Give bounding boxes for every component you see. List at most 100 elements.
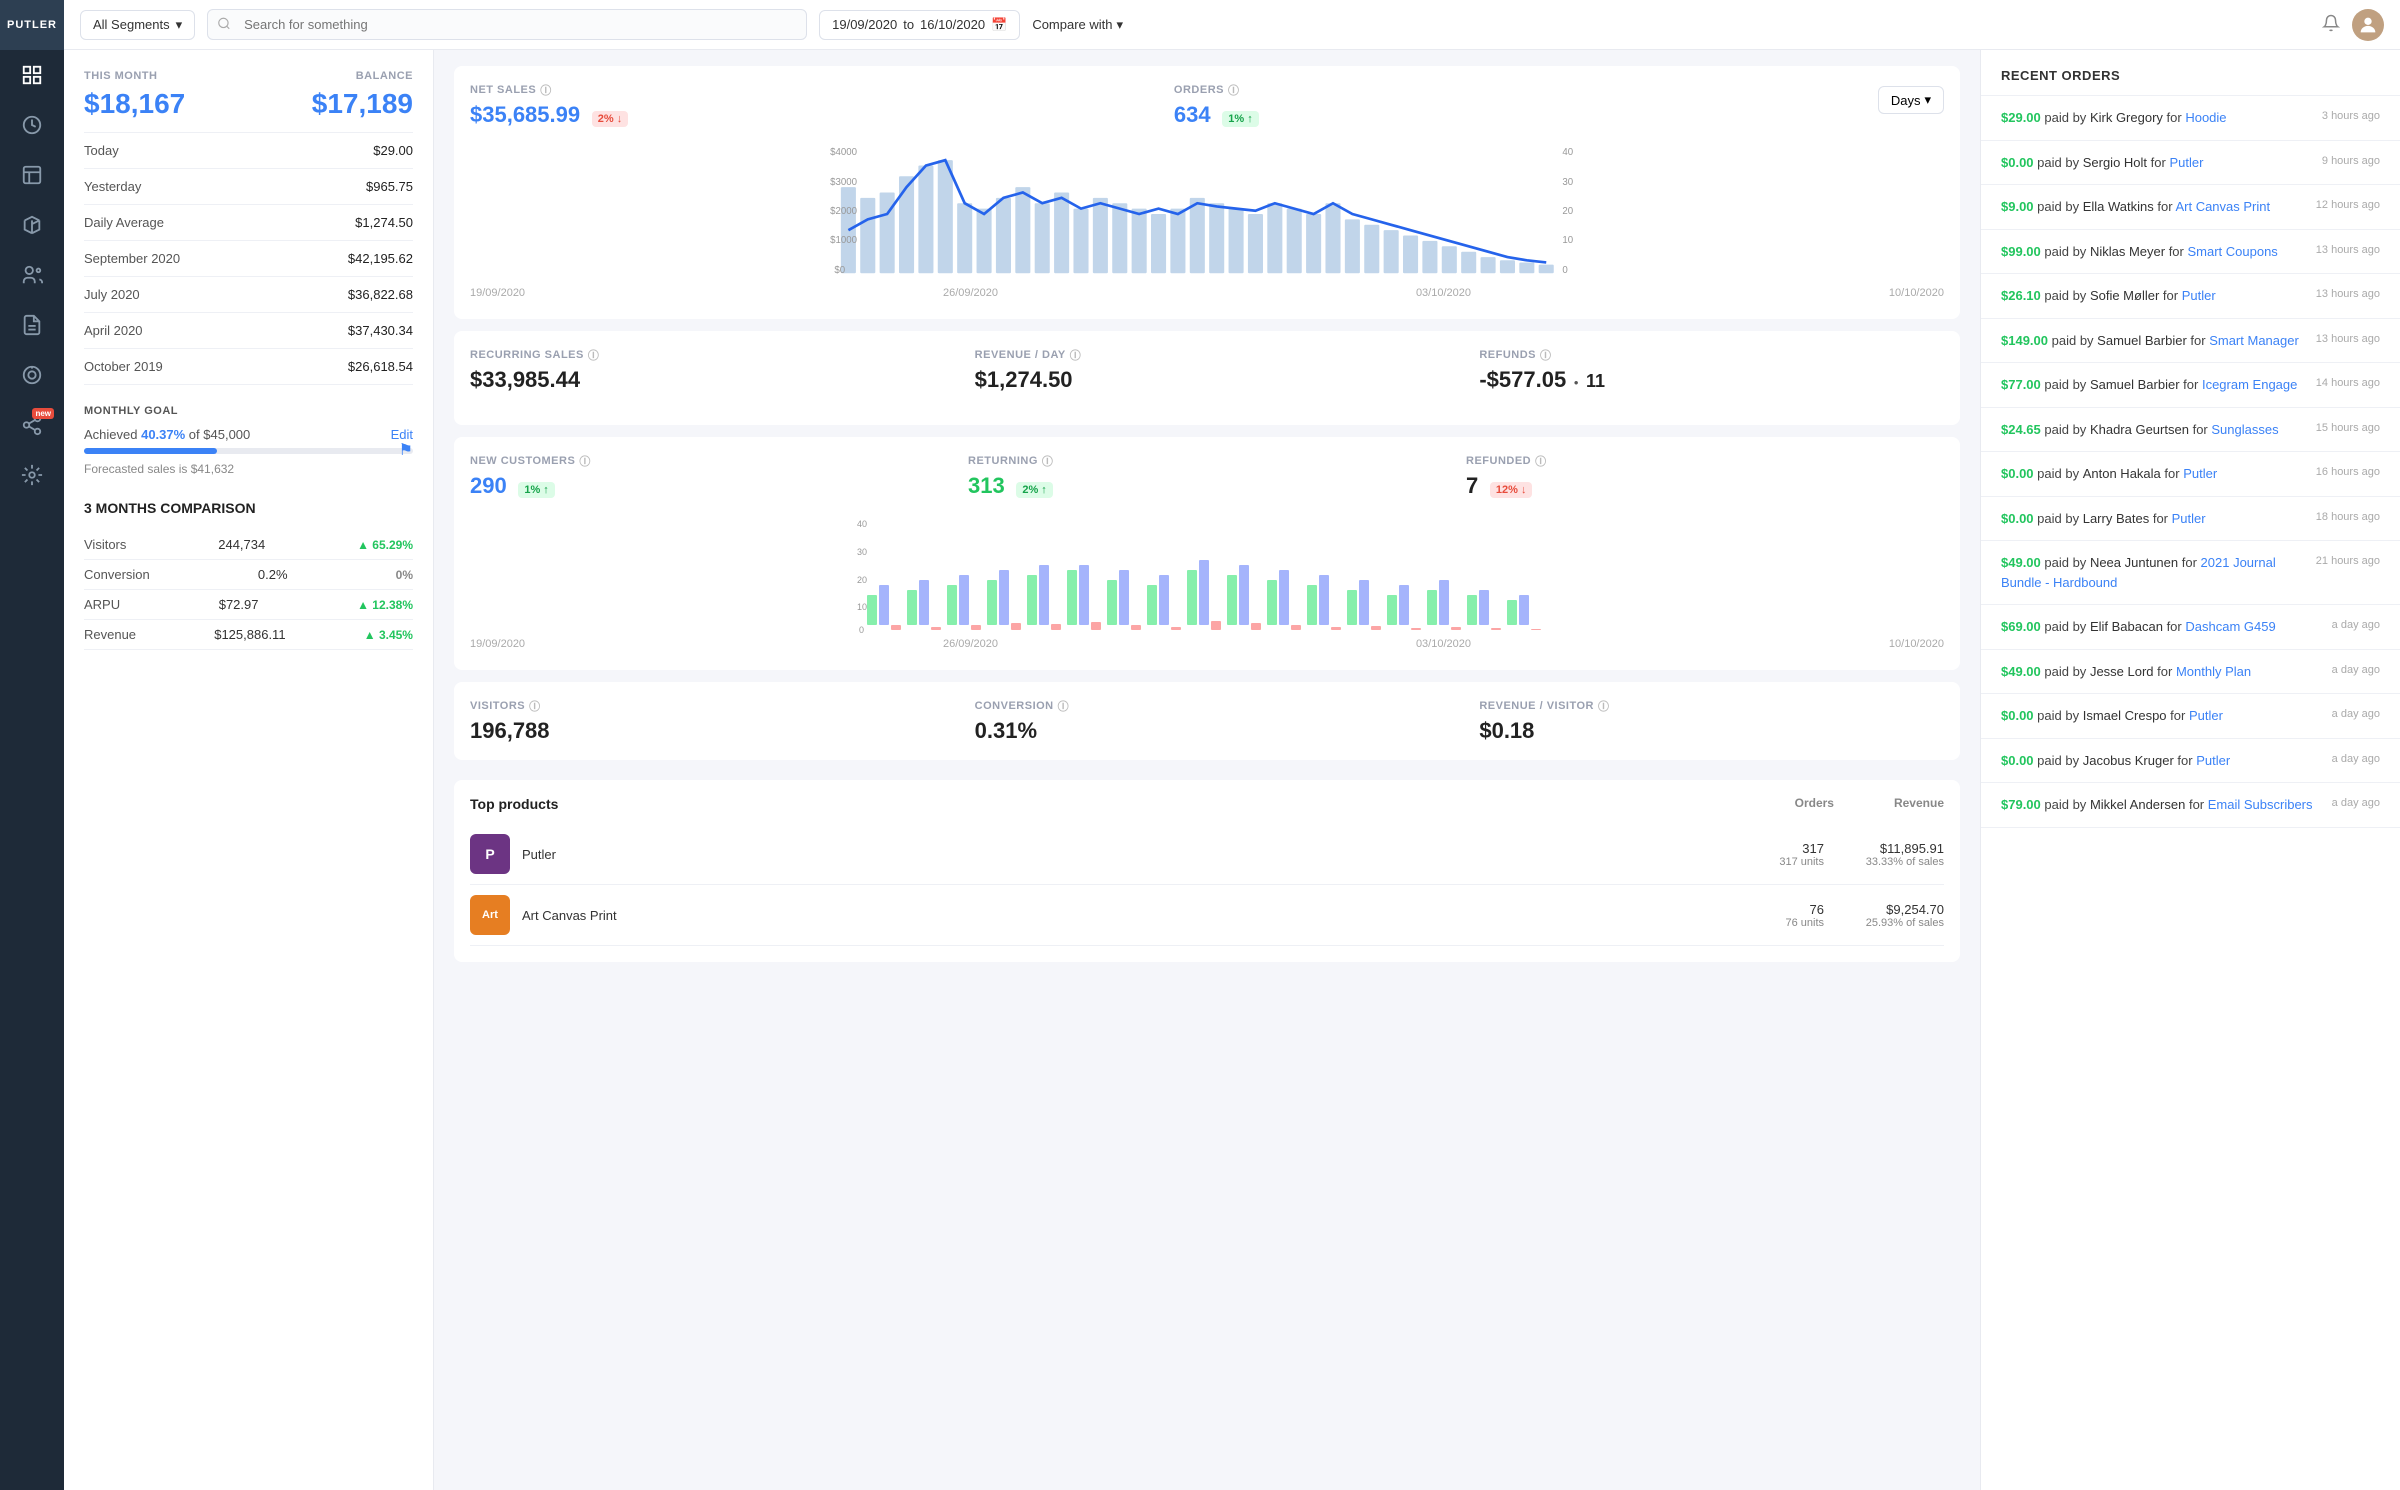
progress-bar-fill bbox=[84, 448, 217, 454]
order-amount: $0.00 bbox=[2001, 466, 2034, 481]
revenue-visitor-info-icon[interactable]: ⓘ bbox=[1598, 698, 1610, 714]
revenue-day-value: $1,274.50 bbox=[975, 367, 1073, 392]
sidebar-item-dashboard[interactable] bbox=[0, 50, 64, 100]
refunds-separator: • bbox=[1574, 375, 1579, 390]
sidebar-item-sales[interactable] bbox=[0, 100, 64, 150]
refunded-info-icon[interactable]: ⓘ bbox=[1535, 453, 1547, 469]
segment-label: All Segments bbox=[93, 17, 170, 32]
date-range-picker[interactable]: 19/09/2020 to 16/10/2020 📅 bbox=[819, 10, 1020, 40]
order-paid-by: paid by bbox=[2037, 155, 2083, 170]
svg-text:30: 30 bbox=[1562, 177, 1573, 188]
refunded-badge: 12% ↓ bbox=[1490, 482, 1533, 498]
returning-badge: 2% ↑ bbox=[1016, 482, 1052, 498]
order-product-link[interactable]: Smart Coupons bbox=[2187, 244, 2277, 259]
recurring-metrics-row: RECURRING SALES ⓘ $33,985.44 REVENUE / D… bbox=[470, 347, 1944, 393]
svg-text:30: 30 bbox=[857, 547, 867, 557]
notification-bell[interactable] bbox=[2322, 14, 2340, 35]
order-product-link[interactable]: Putler bbox=[2183, 466, 2217, 481]
sidebar-item-orders[interactable] bbox=[0, 150, 64, 200]
order-product-link[interactable]: Art Canvas Print bbox=[2175, 199, 2270, 214]
search-input[interactable] bbox=[207, 9, 807, 40]
product-row-art-canvas: Art Art Canvas Print 76 76 units $9,254.… bbox=[470, 885, 1944, 946]
sidebar-item-customers[interactable] bbox=[0, 250, 64, 300]
revenue-day-info-icon[interactable]: ⓘ bbox=[1070, 347, 1082, 363]
stats-label-apr2020: April 2020 bbox=[84, 323, 143, 338]
customer-chart: 40 30 20 10 0 19/09/2020 26/09/2020 03/1… bbox=[470, 515, 1944, 654]
order-product-link[interactable]: Putler bbox=[2189, 708, 2223, 723]
segment-select[interactable]: All Segments ▾ bbox=[80, 10, 195, 40]
product-orders-val-putler: 317 bbox=[1724, 841, 1824, 856]
order-for: for bbox=[2190, 333, 2209, 348]
orders-badge: 1% ↑ bbox=[1222, 111, 1258, 127]
order-by-name: Khadra Geurtsen bbox=[2090, 422, 2189, 437]
x-label-3: 03/10/2020 bbox=[1416, 287, 1471, 299]
order-for: for bbox=[2183, 377, 2202, 392]
order-by-name: Kirk Gregory bbox=[2090, 110, 2163, 125]
sidebar-item-affiliates[interactable]: new bbox=[0, 400, 64, 450]
progress-bar: ⚑ bbox=[84, 448, 413, 454]
order-product-link[interactable]: Putler bbox=[2182, 288, 2216, 303]
product-revenue-val-putler: $11,895.91 bbox=[1824, 841, 1944, 856]
order-product-link[interactable]: Monthly Plan bbox=[2176, 664, 2251, 679]
flag-icon: ⚑ bbox=[399, 440, 413, 460]
order-time: 9 hours ago bbox=[2322, 153, 2380, 167]
right-panel: RECENT ORDERS $29.00 paid by Kirk Gregor… bbox=[1980, 50, 2400, 1490]
sidebar-item-reports[interactable] bbox=[0, 300, 64, 350]
sidebar-item-products[interactable] bbox=[0, 200, 64, 250]
order-for: for bbox=[2164, 466, 2183, 481]
order-product-link[interactable]: Putler bbox=[2196, 753, 2230, 768]
recurring-sales-block: RECURRING SALES ⓘ $33,985.44 bbox=[470, 347, 935, 393]
net-sales-label: NET SALES ⓘ bbox=[470, 82, 1154, 98]
order-paid-by: paid by bbox=[2044, 422, 2090, 437]
order-product-link[interactable]: Hoodie bbox=[2185, 110, 2226, 125]
product-revenue-sub-putler: 33.33% of sales bbox=[1824, 856, 1944, 868]
order-product-link[interactable]: Sunglasses bbox=[2211, 422, 2278, 437]
compare-button[interactable]: Compare with ▾ bbox=[1032, 17, 1123, 33]
visitors-label: VISITORS ⓘ bbox=[470, 698, 935, 714]
refunds-count: 11 bbox=[1586, 371, 1605, 391]
comp-val-conversion: 0.2% bbox=[258, 567, 288, 582]
product-name-art-canvas: Art Canvas Print bbox=[522, 908, 1724, 923]
svg-text:20: 20 bbox=[857, 575, 867, 585]
visitors-value: 196,788 bbox=[470, 718, 550, 743]
order-product-link[interactable]: Email Subscribers bbox=[2208, 797, 2313, 812]
order-paid-by: paid by bbox=[2044, 377, 2090, 392]
order-amount: $0.00 bbox=[2001, 155, 2034, 170]
orders-info-icon[interactable]: ⓘ bbox=[1228, 82, 1240, 98]
stats-value-oct2019: $26,618.54 bbox=[348, 359, 413, 374]
comp-val-visitors: 244,734 bbox=[218, 537, 265, 552]
order-text: $69.00 paid by Elif Babacan for Dashcam … bbox=[2001, 617, 2320, 637]
amounts-row: $18,167 $17,189 bbox=[84, 88, 413, 120]
order-product-link[interactable]: Smart Manager bbox=[2209, 333, 2299, 348]
order-product-link[interactable]: Putler bbox=[2169, 155, 2203, 170]
order-amount: $0.00 bbox=[2001, 708, 2034, 723]
order-product-link[interactable]: Icegram Engage bbox=[2202, 377, 2297, 392]
order-item: $49.00 paid by Jesse Lord for Monthly Pl… bbox=[1981, 650, 2400, 695]
order-product-link[interactable]: Putler bbox=[2172, 511, 2206, 526]
conversion-info-icon[interactable]: ⓘ bbox=[1058, 698, 1070, 714]
refunds-info-icon[interactable]: ⓘ bbox=[1540, 347, 1552, 363]
order-time: 21 hours ago bbox=[2316, 553, 2380, 567]
order-for: for bbox=[2170, 708, 2189, 723]
returning-info-icon[interactable]: ⓘ bbox=[1042, 453, 1054, 469]
order-for: for bbox=[2167, 619, 2186, 634]
svg-text:$1000: $1000 bbox=[830, 235, 858, 246]
comparison-section: 3 MONTHS COMPARISON Visitors 244,734 ▲ 6… bbox=[84, 500, 413, 650]
order-product-link[interactable]: Dashcam G459 bbox=[2185, 619, 2275, 634]
refunded-value-row: 7 12% ↓ bbox=[1466, 473, 1944, 499]
svg-text:20: 20 bbox=[1562, 206, 1573, 217]
order-item: $9.00 paid by Ella Watkins for Art Canva… bbox=[1981, 185, 2400, 230]
refunds-label: REFUNDS ⓘ bbox=[1479, 347, 1944, 363]
user-avatar[interactable] bbox=[2352, 9, 2384, 41]
sidebar-item-goals[interactable] bbox=[0, 350, 64, 400]
order-time: 16 hours ago bbox=[2316, 464, 2380, 478]
order-by-name: Neea Juntunen bbox=[2090, 555, 2178, 570]
days-button[interactable]: Days ▾ bbox=[1878, 86, 1944, 114]
new-customers-info-icon[interactable]: ⓘ bbox=[579, 453, 591, 469]
recurring-info-icon[interactable]: ⓘ bbox=[588, 347, 600, 363]
sidebar-item-integrations[interactable] bbox=[0, 450, 64, 500]
visitors-info-icon[interactable]: ⓘ bbox=[529, 698, 541, 714]
order-text: $0.00 paid by Sergio Holt for Putler bbox=[2001, 153, 2310, 173]
order-item: $149.00 paid by Samuel Barbier for Smart… bbox=[1981, 319, 2400, 364]
net-sales-info-icon[interactable]: ⓘ bbox=[540, 82, 552, 98]
